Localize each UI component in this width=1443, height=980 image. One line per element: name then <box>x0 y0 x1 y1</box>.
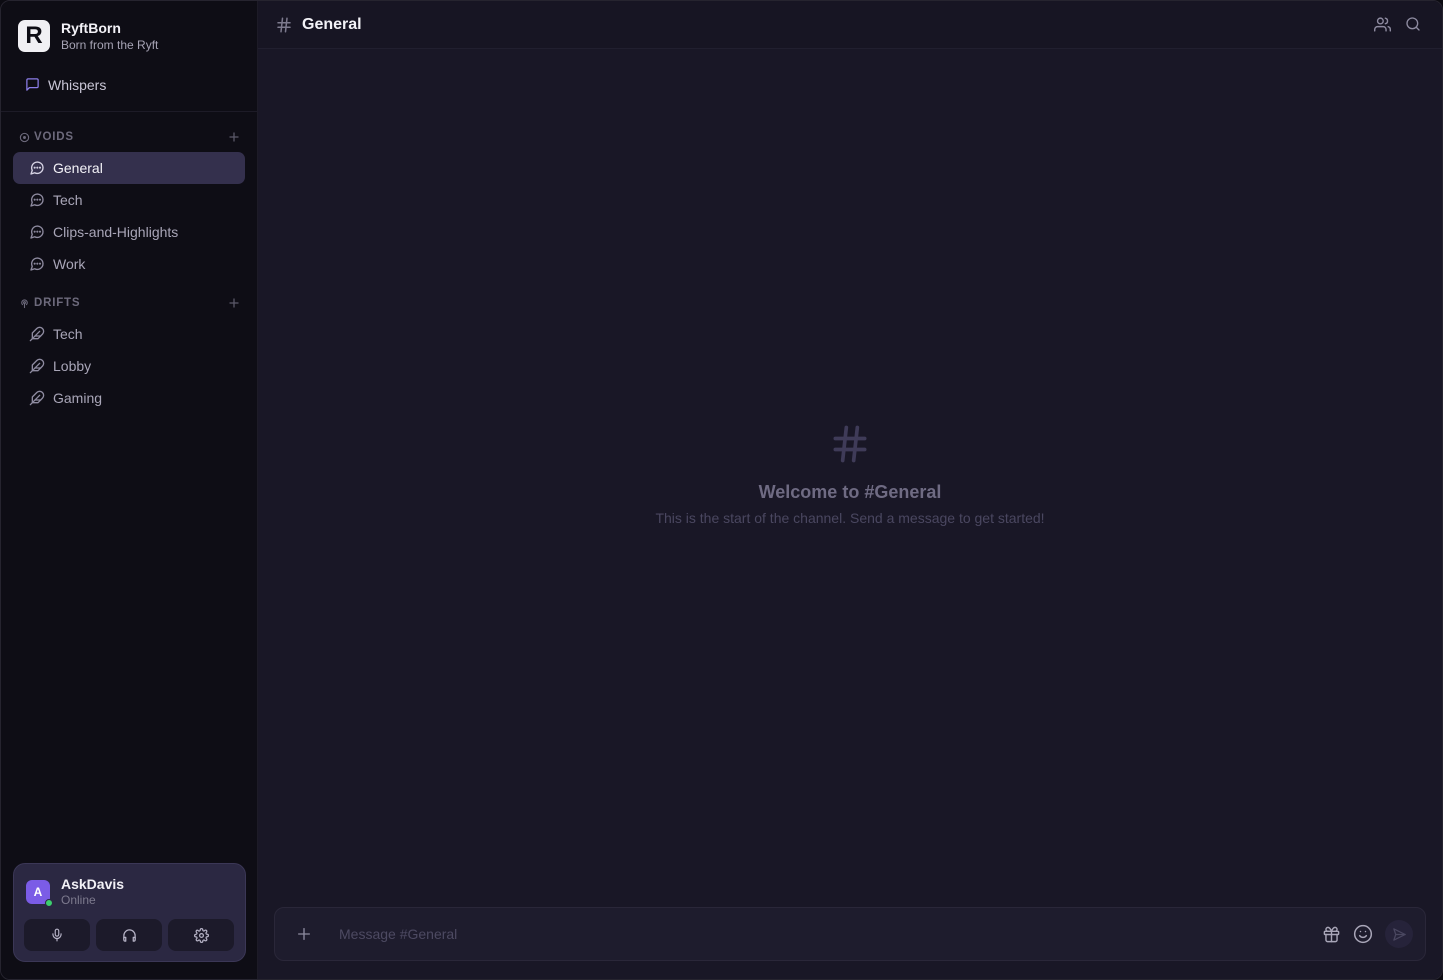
drifts-title: DRIFTS <box>34 297 81 309</box>
online-status-dot <box>45 899 53 907</box>
channel-label: General <box>53 160 103 176</box>
drifts-section-header: DRIFTS <box>1 292 257 314</box>
user-info[interactable]: A AskDavis Online <box>14 864 245 908</box>
user-panel: A AskDavis Online <box>13 863 246 962</box>
settings-button[interactable] <box>168 919 234 951</box>
chat-bubble-icon <box>29 160 45 176</box>
app-window: R RyftBorn Born from the Ryft Whispers V… <box>0 0 1443 980</box>
drift-item-tech[interactable]: Tech <box>13 318 245 350</box>
avatar-initial: A <box>33 885 43 899</box>
drift-item-gaming[interactable]: Gaming <box>13 382 245 414</box>
add-void-button[interactable] <box>229 132 239 142</box>
plus-icon <box>296 926 312 942</box>
members-icon[interactable] <box>1374 16 1391 33</box>
void-circle-icon <box>19 132 34 143</box>
send-button[interactable] <box>1385 920 1413 948</box>
voids-title: VOIDS <box>34 131 74 143</box>
send-icon <box>1392 927 1407 942</box>
channel-label: Clips-and-Highlights <box>53 224 179 240</box>
microphone-icon <box>50 928 64 942</box>
voids-section-header: VOIDS <box>1 126 257 148</box>
drifts-list: Tech Lobby Gaming <box>1 314 257 414</box>
main-content: General Welcome to #General This is the … <box>258 1 1442 979</box>
channel-item-tech[interactable]: Tech <box>13 184 245 216</box>
channel-header: General <box>258 1 1442 49</box>
user-name: AskDavis <box>61 876 125 892</box>
channel-label: Tech <box>53 192 83 208</box>
app-tagline: Born from the Ryft <box>61 37 159 52</box>
large-hash-icon <box>828 421 872 467</box>
channel-item-general[interactable]: General <box>13 152 245 184</box>
add-drift-button[interactable] <box>229 298 239 308</box>
chat-bubble-icon <box>29 224 45 240</box>
gift-icon[interactable] <box>1322 925 1341 944</box>
message-input[interactable] <box>333 926 1322 942</box>
headphones-button[interactable] <box>96 919 162 951</box>
welcome-message: Welcome to #General This is the start of… <box>258 421 1442 526</box>
feather-icon <box>29 326 45 342</box>
user-status: Online <box>61 893 96 907</box>
emoji-icon[interactable] <box>1353 924 1373 944</box>
message-composer <box>274 907 1426 961</box>
welcome-title: Welcome to #General <box>758 482 942 502</box>
feather-icon <box>29 358 45 374</box>
drift-label: Tech <box>53 326 83 342</box>
app-name: RyftBorn <box>61 19 121 36</box>
sidebar: R RyftBorn Born from the Ryft Whispers V… <box>1 1 258 979</box>
gear-icon <box>193 927 209 943</box>
channel-title: General <box>302 15 362 33</box>
chat-bubble-icon <box>29 192 45 208</box>
channel-item-clips-and-highlights[interactable]: Clips-and-Highlights <box>13 216 245 248</box>
broadcast-icon <box>19 298 34 309</box>
whispers-label: Whispers <box>48 76 107 93</box>
add-attachment-button[interactable] <box>275 926 333 942</box>
hash-icon <box>275 16 293 34</box>
avatar: A <box>26 880 53 907</box>
feather-icon <box>29 390 45 406</box>
microphone-button[interactable] <box>24 919 90 951</box>
user-controls <box>14 908 245 951</box>
drift-label: Lobby <box>53 358 92 374</box>
channel-label: Work <box>53 256 86 272</box>
whispers-link[interactable]: Whispers <box>1 58 257 112</box>
drift-label: Gaming <box>53 390 103 406</box>
chat-bubble-icon <box>29 256 45 272</box>
welcome-subtitle: This is the start of the channel. Send a… <box>655 510 1045 526</box>
drift-item-lobby[interactable]: Lobby <box>13 350 245 382</box>
headphones-icon <box>122 928 137 943</box>
message-square-icon <box>25 77 40 92</box>
voids-list: General Tech Clips-and-Highlights Work <box>1 148 257 280</box>
search-icon[interactable] <box>1405 16 1421 33</box>
channel-item-work[interactable]: Work <box>13 248 245 280</box>
app-logo: R <box>18 20 50 52</box>
